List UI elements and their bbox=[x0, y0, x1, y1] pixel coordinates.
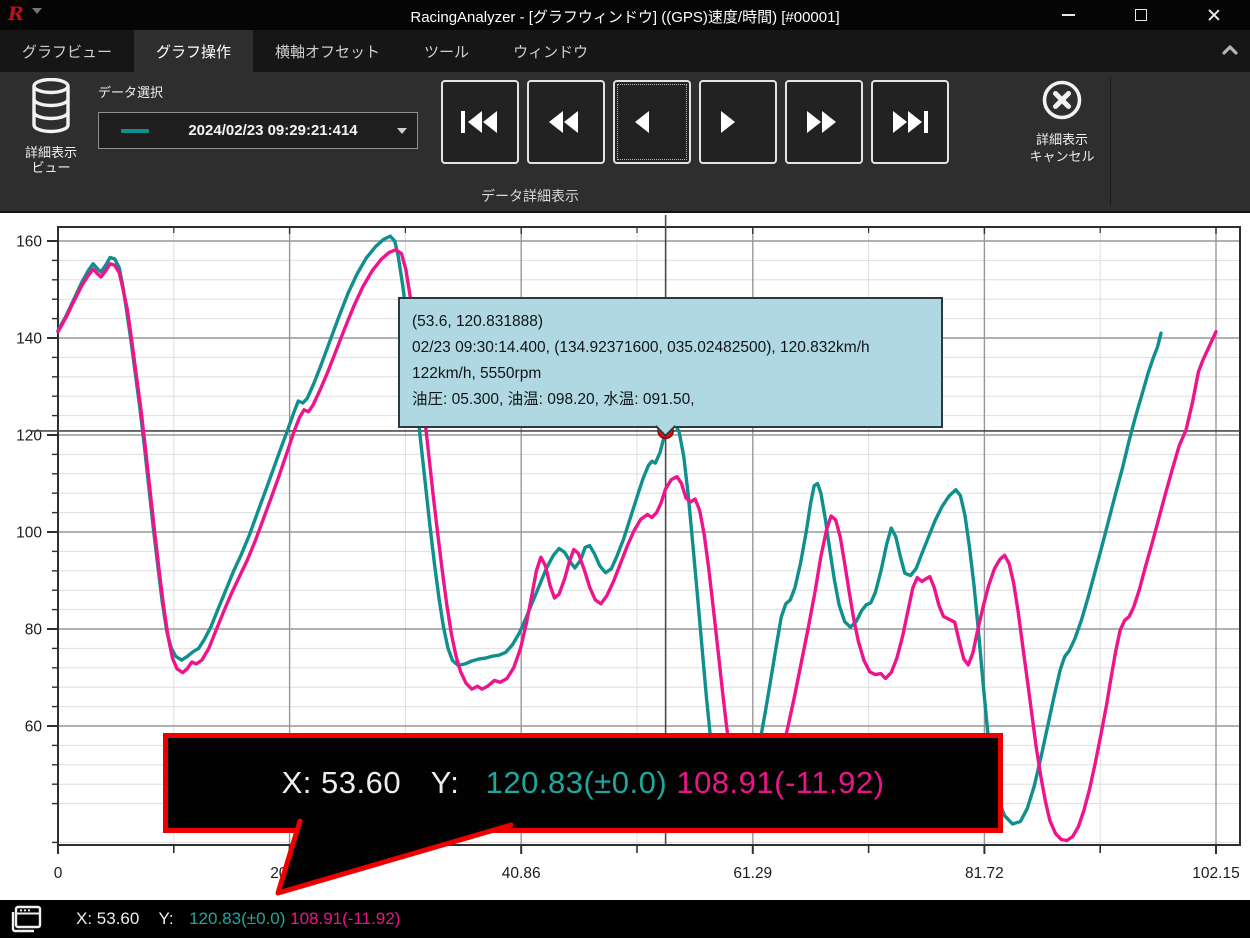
tab-ウィンドウ[interactable]: ウィンドウ bbox=[491, 30, 610, 72]
tooltip-line: (53.6, 120.831888) bbox=[412, 309, 929, 335]
ribbon-separator bbox=[1110, 78, 1111, 206]
x-tick-label: 0 bbox=[54, 865, 63, 882]
y-tick-label: 140 bbox=[16, 331, 42, 348]
tab-横軸オフセット[interactable]: 横軸オフセット bbox=[253, 30, 402, 72]
detail-view-button-label: 詳細表示 ビュー bbox=[16, 145, 86, 175]
cursor-readout-text: X: 53.60 Y: 120.83(±0.0) 108.91(-11.92) bbox=[282, 765, 885, 801]
chevron-down-icon bbox=[397, 128, 407, 134]
detail-view-button[interactable]: 詳細表示 ビュー bbox=[16, 78, 86, 206]
readout-x-value: 53.60 bbox=[321, 765, 401, 800]
nav-step-forward-button[interactable] bbox=[699, 80, 777, 164]
fast-rewind-icon bbox=[547, 110, 585, 134]
step-back-icon bbox=[633, 110, 671, 134]
tab-グラフビュー[interactable]: グラフビュー bbox=[0, 30, 134, 72]
status-x-label: X: bbox=[76, 909, 92, 928]
detail-cancel-button-label: 詳細表示 キャンセル bbox=[1026, 131, 1098, 165]
readout-x-label: X: bbox=[282, 765, 312, 800]
nav-fast-rewind-button[interactable] bbox=[527, 80, 605, 164]
x-tick-label: 40.86 bbox=[502, 865, 541, 882]
skip-to-end-icon bbox=[891, 110, 929, 134]
readout-series1-value: 120.83(±0.0) bbox=[486, 765, 668, 800]
ribbon: 詳細表示 ビュー データ選択 2024/02/23 09:29:21:414 デ… bbox=[0, 72, 1250, 213]
data-select-dropdown[interactable]: 2024/02/23 09:29:21:414 bbox=[98, 112, 418, 149]
minimize-button[interactable] bbox=[1045, 0, 1091, 30]
tooltip-line: 02/23 09:30:14.400, (134.92371600, 035.0… bbox=[412, 335, 929, 361]
y-tick-label: 160 bbox=[16, 234, 42, 251]
status-y-label: Y: bbox=[159, 909, 174, 928]
data-select-value: 2024/02/23 09:29:21:414 bbox=[149, 122, 397, 139]
title-bar: R RacingAnalyzer - [グラフウィンドウ] ((GPS)速度/時… bbox=[0, 0, 1250, 30]
database-icon bbox=[28, 78, 74, 134]
minimize-icon bbox=[1062, 14, 1075, 16]
circle-x-icon bbox=[1040, 78, 1084, 122]
tooltip-line: 油圧: 05.300, 油温: 098.20, 水温: 091.50, bbox=[412, 387, 929, 413]
tooltip-line: 122km/h, 5550rpm bbox=[412, 361, 929, 387]
series-color-swatch bbox=[121, 129, 149, 133]
y-tick-label: 120 bbox=[16, 428, 42, 445]
tab-ツール[interactable]: ツール bbox=[402, 30, 491, 72]
close-icon bbox=[1207, 8, 1221, 22]
y-tick-label: 80 bbox=[25, 622, 43, 639]
ribbon-tab-bar: グラフビューグラフ操作横軸オフセットツールウィンドウ bbox=[0, 30, 1250, 72]
data-detail-nav-buttons bbox=[441, 80, 949, 164]
graph-window-icon[interactable] bbox=[10, 905, 42, 933]
nav-step-back-button[interactable] bbox=[613, 80, 691, 164]
skip-to-start-icon bbox=[461, 110, 499, 134]
y-tick-label: 60 bbox=[25, 719, 43, 736]
close-button[interactable] bbox=[1191, 0, 1237, 30]
ribbon-group-label: データ詳細表示 bbox=[380, 186, 680, 206]
readout-y-label: Y: bbox=[431, 765, 460, 800]
data-point-tooltip: (53.6, 120.831888)02/23 09:30:14.400, (1… bbox=[398, 297, 943, 428]
fast-forward-icon bbox=[805, 110, 843, 134]
step-forward-icon bbox=[719, 110, 757, 134]
status-x-value: 53.60 bbox=[97, 909, 140, 928]
x-tick-label: 102.15 bbox=[1192, 865, 1239, 882]
status-readout: X: 53.60 Y: 120.83(±0.0) 108.91(-11.92) bbox=[76, 909, 400, 929]
x-tick-label: 61.29 bbox=[733, 865, 772, 882]
detail-cancel-button[interactable]: 詳細表示 キャンセル bbox=[1026, 78, 1098, 206]
nav-first-button[interactable] bbox=[441, 80, 519, 164]
x-tick-label: 20.43 bbox=[270, 865, 309, 882]
tab-グラフ操作[interactable]: グラフ操作 bbox=[134, 30, 253, 72]
status-bar: X: 53.60 Y: 120.83(±0.0) 108.91(-11.92) bbox=[0, 900, 1250, 938]
status-series1-value: 120.83(±0.0) bbox=[189, 909, 285, 928]
x-tick-label: 81.72 bbox=[965, 865, 1004, 882]
status-series2-value: 108.91(-11.92) bbox=[290, 909, 400, 928]
maximize-icon bbox=[1135, 9, 1147, 21]
nav-last-button[interactable] bbox=[871, 80, 949, 164]
readout-series2-value: 108.91(-11.92) bbox=[676, 765, 884, 800]
collapse-ribbon-icon[interactable] bbox=[1222, 44, 1238, 56]
maximize-button[interactable] bbox=[1118, 0, 1164, 30]
cursor-readout-callout: X: 53.60 Y: 120.83(±0.0) 108.91(-11.92) bbox=[163, 733, 1003, 833]
y-tick-label: 100 bbox=[16, 525, 42, 542]
data-select-label: データ選択 bbox=[98, 82, 163, 101]
application-window: R RacingAnalyzer - [グラフウィンドウ] ((GPS)速度/時… bbox=[0, 0, 1250, 938]
nav-fast-forward-button[interactable] bbox=[785, 80, 863, 164]
